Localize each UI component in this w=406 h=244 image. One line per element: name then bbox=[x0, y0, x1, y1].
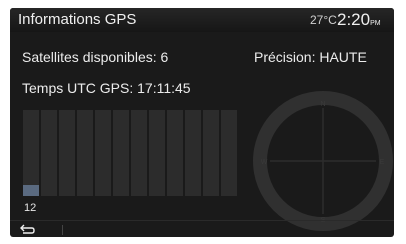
page-title: Informations GPS bbox=[18, 11, 137, 28]
satellite-signal-bar bbox=[59, 110, 75, 196]
satellites-available-text: Satellites disponibles: 6 bbox=[22, 49, 169, 65]
satellite-signal-bar bbox=[167, 110, 183, 196]
satellite-signal-bar bbox=[23, 110, 39, 196]
clock-ampm: PM bbox=[370, 20, 381, 27]
satellite-signal-level bbox=[23, 185, 39, 196]
satellite-signal-bar bbox=[185, 110, 201, 196]
compass-west-label: W bbox=[261, 159, 268, 166]
compass-east-label: E bbox=[380, 159, 385, 166]
compass-sky-plot: N E S W bbox=[253, 91, 393, 231]
satellite-signal-bars bbox=[23, 110, 238, 196]
title-bar: Informations GPS 27°C 2:20PM bbox=[10, 8, 394, 32]
temperature-readout: 27°C bbox=[310, 13, 337, 27]
footer-divider bbox=[10, 220, 394, 221]
back-arrow-icon bbox=[20, 224, 35, 234]
satellite-signal-bar bbox=[149, 110, 165, 196]
satellite-signal-bar bbox=[221, 110, 237, 196]
clock: 2:20PM bbox=[337, 10, 381, 30]
gps-info-screen: Informations GPS 27°C 2:20PM Satellites … bbox=[10, 8, 394, 237]
satellite-signal-bar bbox=[203, 110, 219, 196]
satellite-signal-bar bbox=[41, 110, 57, 196]
compass-north-label: N bbox=[320, 101, 325, 108]
back-button[interactable] bbox=[20, 223, 40, 237]
footer-separator bbox=[62, 225, 63, 235]
satellite-signal-bar bbox=[95, 110, 111, 196]
precision-text: Précision: HAUTE bbox=[254, 49, 367, 65]
satellite-id-label: 12 bbox=[24, 202, 37, 214]
satellite-signal-bar bbox=[113, 110, 129, 196]
satellite-signal-bar bbox=[131, 110, 147, 196]
satellite-signal-bar bbox=[77, 110, 93, 196]
clock-time: 2:20 bbox=[337, 10, 371, 29]
utc-time-text: Temps UTC GPS: 17:11:45 bbox=[22, 80, 191, 96]
